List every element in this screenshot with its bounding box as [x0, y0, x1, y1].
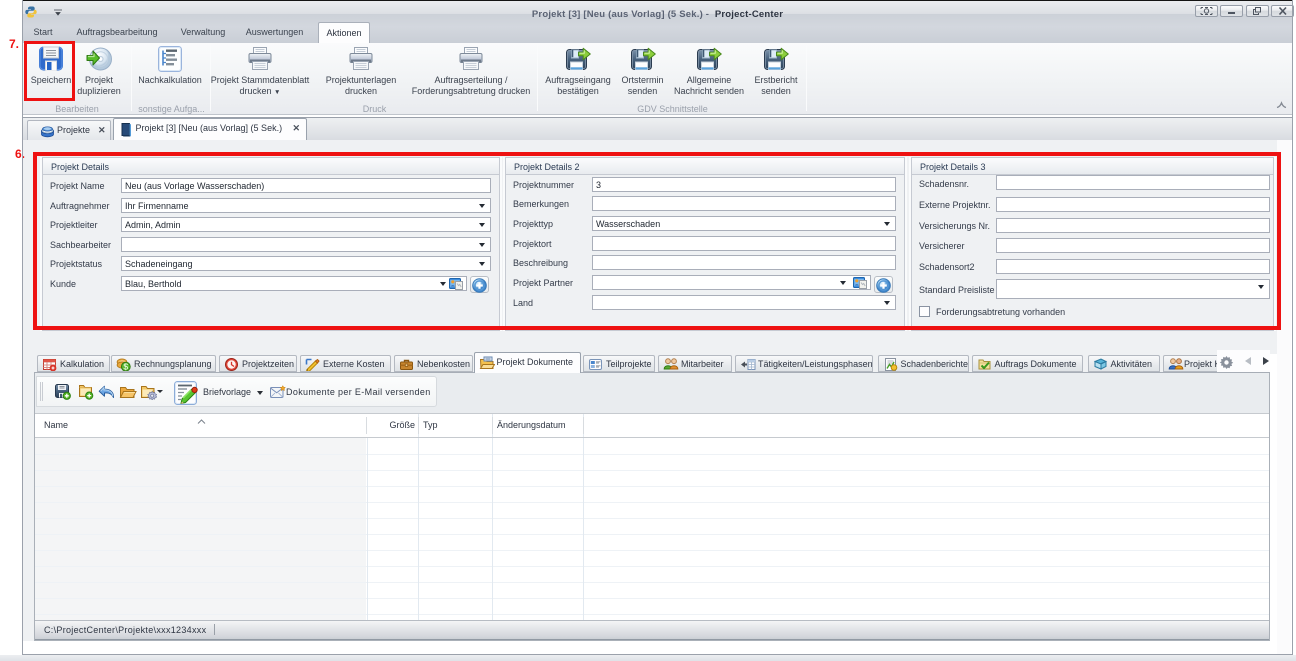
svg-text:$: $ [123, 362, 128, 372]
